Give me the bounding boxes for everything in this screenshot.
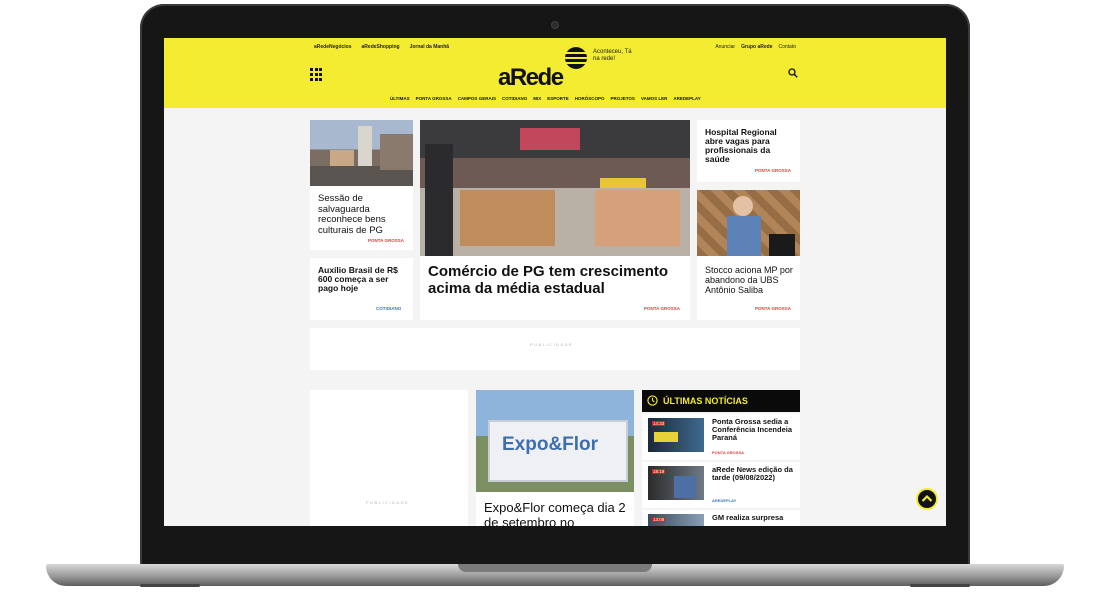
right-link-anunciar[interactable]: Anunciar: [715, 44, 735, 50]
nav-item[interactable]: PONTA GROSSA: [416, 96, 452, 101]
news-card-title: Stocco aciona MP por abandono da UBS Ant…: [705, 265, 793, 295]
news-card-title: Auxílio Brasil de R$ 600 começa a ser pa…: [318, 265, 398, 293]
featured-card-image: [420, 120, 690, 256]
nav-item[interactable]: AREDEPLAY: [673, 96, 700, 101]
news-thumb: 18:19: [648, 466, 704, 500]
news-title: Ponta Grossa sedia a Conferência Incende…: [712, 417, 793, 442]
news-card-tag[interactable]: PONTA GROSSA: [755, 306, 791, 311]
latest-news-item[interactable]: 18:19 aRede News edição da tarde (09/08/…: [642, 462, 800, 508]
latest-news-title: ÚLTIMAS NOTÍCIAS: [663, 396, 748, 406]
news-card-auxilio[interactable]: Auxílio Brasil de R$ 600 começa a ser pa…: [310, 258, 413, 320]
nav-item[interactable]: ESPORTE: [547, 96, 569, 101]
laptop-foot: [140, 584, 200, 587]
laptop-mockup: aRedeNegócios aRedeShopping Jornal da Ma…: [0, 0, 1110, 598]
right-links: Anunciar Grupo aRede Contato: [715, 44, 796, 50]
ad-label: PUBLICIDADE: [366, 500, 410, 505]
top-link[interactable]: aRedeShopping: [362, 44, 400, 50]
featured-card-comercio[interactable]: Comércio de PG tem crescimento acima da …: [420, 120, 690, 320]
ad-banner[interactable]: PUBLICIDADE: [310, 328, 800, 370]
nav-item[interactable]: CAMPOS GERAIS: [458, 96, 496, 101]
right-link-contato[interactable]: Contato: [778, 44, 796, 50]
expo-banner-text: Expo&Flor: [502, 434, 599, 455]
apps-grid-icon[interactable]: [310, 68, 324, 82]
news-card-expo[interactable]: Expo&Flor Expo&Flor começa dia 2 de sete…: [476, 390, 634, 526]
nav-item[interactable]: ÚLTIMAS: [390, 96, 410, 101]
nav-item[interactable]: MIX: [533, 96, 541, 101]
main-nav: ÚLTIMAS PONTA GROSSA CAMPOS GERAIS COTID…: [390, 96, 701, 101]
logo-globe-icon: [565, 47, 587, 69]
ad-box[interactable]: PUBLICIDADE: [310, 390, 468, 526]
featured-card-title: Comércio de PG tem crescimento acima da …: [428, 263, 669, 297]
news-card-title: Sessão de salvaguarda reconhece bens cul…: [318, 193, 386, 236]
latest-news-item[interactable]: 14:33 Ponta Grossa sedia a Conferência I…: [642, 414, 800, 460]
news-card-stocco[interactable]: Stocco aciona MP por abandono da UBS Ant…: [697, 190, 800, 320]
site-header: aRedeNegócios aRedeShopping Jornal da Ma…: [164, 38, 946, 108]
top-link[interactable]: Jornal da Manhã: [410, 44, 449, 50]
laptop-foot: [910, 584, 970, 587]
news-card-image: [310, 120, 413, 186]
news-title: aRede News edição da tarde (09/08/2022): [712, 465, 793, 482]
news-card-sessao[interactable]: Sessão de salvaguarda reconhece bens cul…: [310, 120, 413, 250]
top-links: aRedeNegócios aRedeShopping Jornal da Ma…: [314, 44, 449, 50]
website-screen: aRedeNegócios aRedeShopping Jornal da Ma…: [164, 38, 946, 526]
news-title: GM realiza surpresa: [712, 513, 784, 522]
ad-label: PUBLICIDADE: [530, 342, 574, 347]
latest-news-item[interactable]: 13:08 GM realiza surpresa: [642, 510, 800, 526]
nav-item[interactable]: HORÓSCOPO: [575, 96, 605, 101]
site-logo[interactable]: aRede: [498, 64, 564, 92]
clock-icon: [647, 395, 658, 406]
news-card-hospital[interactable]: Hospital Regional abre vagas para profis…: [697, 120, 800, 182]
nav-item[interactable]: COTIDIANO: [502, 96, 527, 101]
laptop-notch: [458, 564, 652, 572]
back-to-top-button[interactable]: [916, 488, 938, 510]
news-thumb: 14:33: [648, 418, 704, 452]
featured-card-tag[interactable]: PONTA GROSSA: [644, 306, 680, 311]
nav-item[interactable]: PROJETOS: [611, 96, 635, 101]
news-card-image: Expo&Flor: [476, 390, 634, 492]
chevron-up-icon: [921, 494, 933, 502]
news-thumb: 13:08: [648, 514, 704, 526]
news-tag[interactable]: AREDEPLAY: [712, 498, 736, 503]
news-card-title: Hospital Regional abre vagas para profis…: [705, 127, 777, 164]
news-card-tag[interactable]: PONTA GROSSA: [368, 238, 404, 243]
top-link[interactable]: aRedeNegócios: [314, 44, 352, 50]
news-card-tag[interactable]: PONTA GROSSA: [755, 168, 791, 173]
nav-item[interactable]: VAMOS LER: [641, 96, 667, 101]
latest-news-header: ÚLTIMAS NOTÍCIAS: [642, 390, 800, 412]
webcam: [552, 22, 558, 28]
news-card-title: Expo&Flor começa dia 2 de setembro no: [484, 500, 626, 526]
search-icon[interactable]: [788, 68, 798, 78]
news-tag[interactable]: PONTA GROSSA: [712, 450, 744, 455]
site-slogan: Aconteceu, Tá na rede!: [593, 49, 632, 62]
news-card-tag[interactable]: COTIDIANO: [376, 306, 401, 311]
right-link-grupo[interactable]: Grupo aRede: [741, 44, 772, 50]
news-card-image: [697, 190, 800, 256]
